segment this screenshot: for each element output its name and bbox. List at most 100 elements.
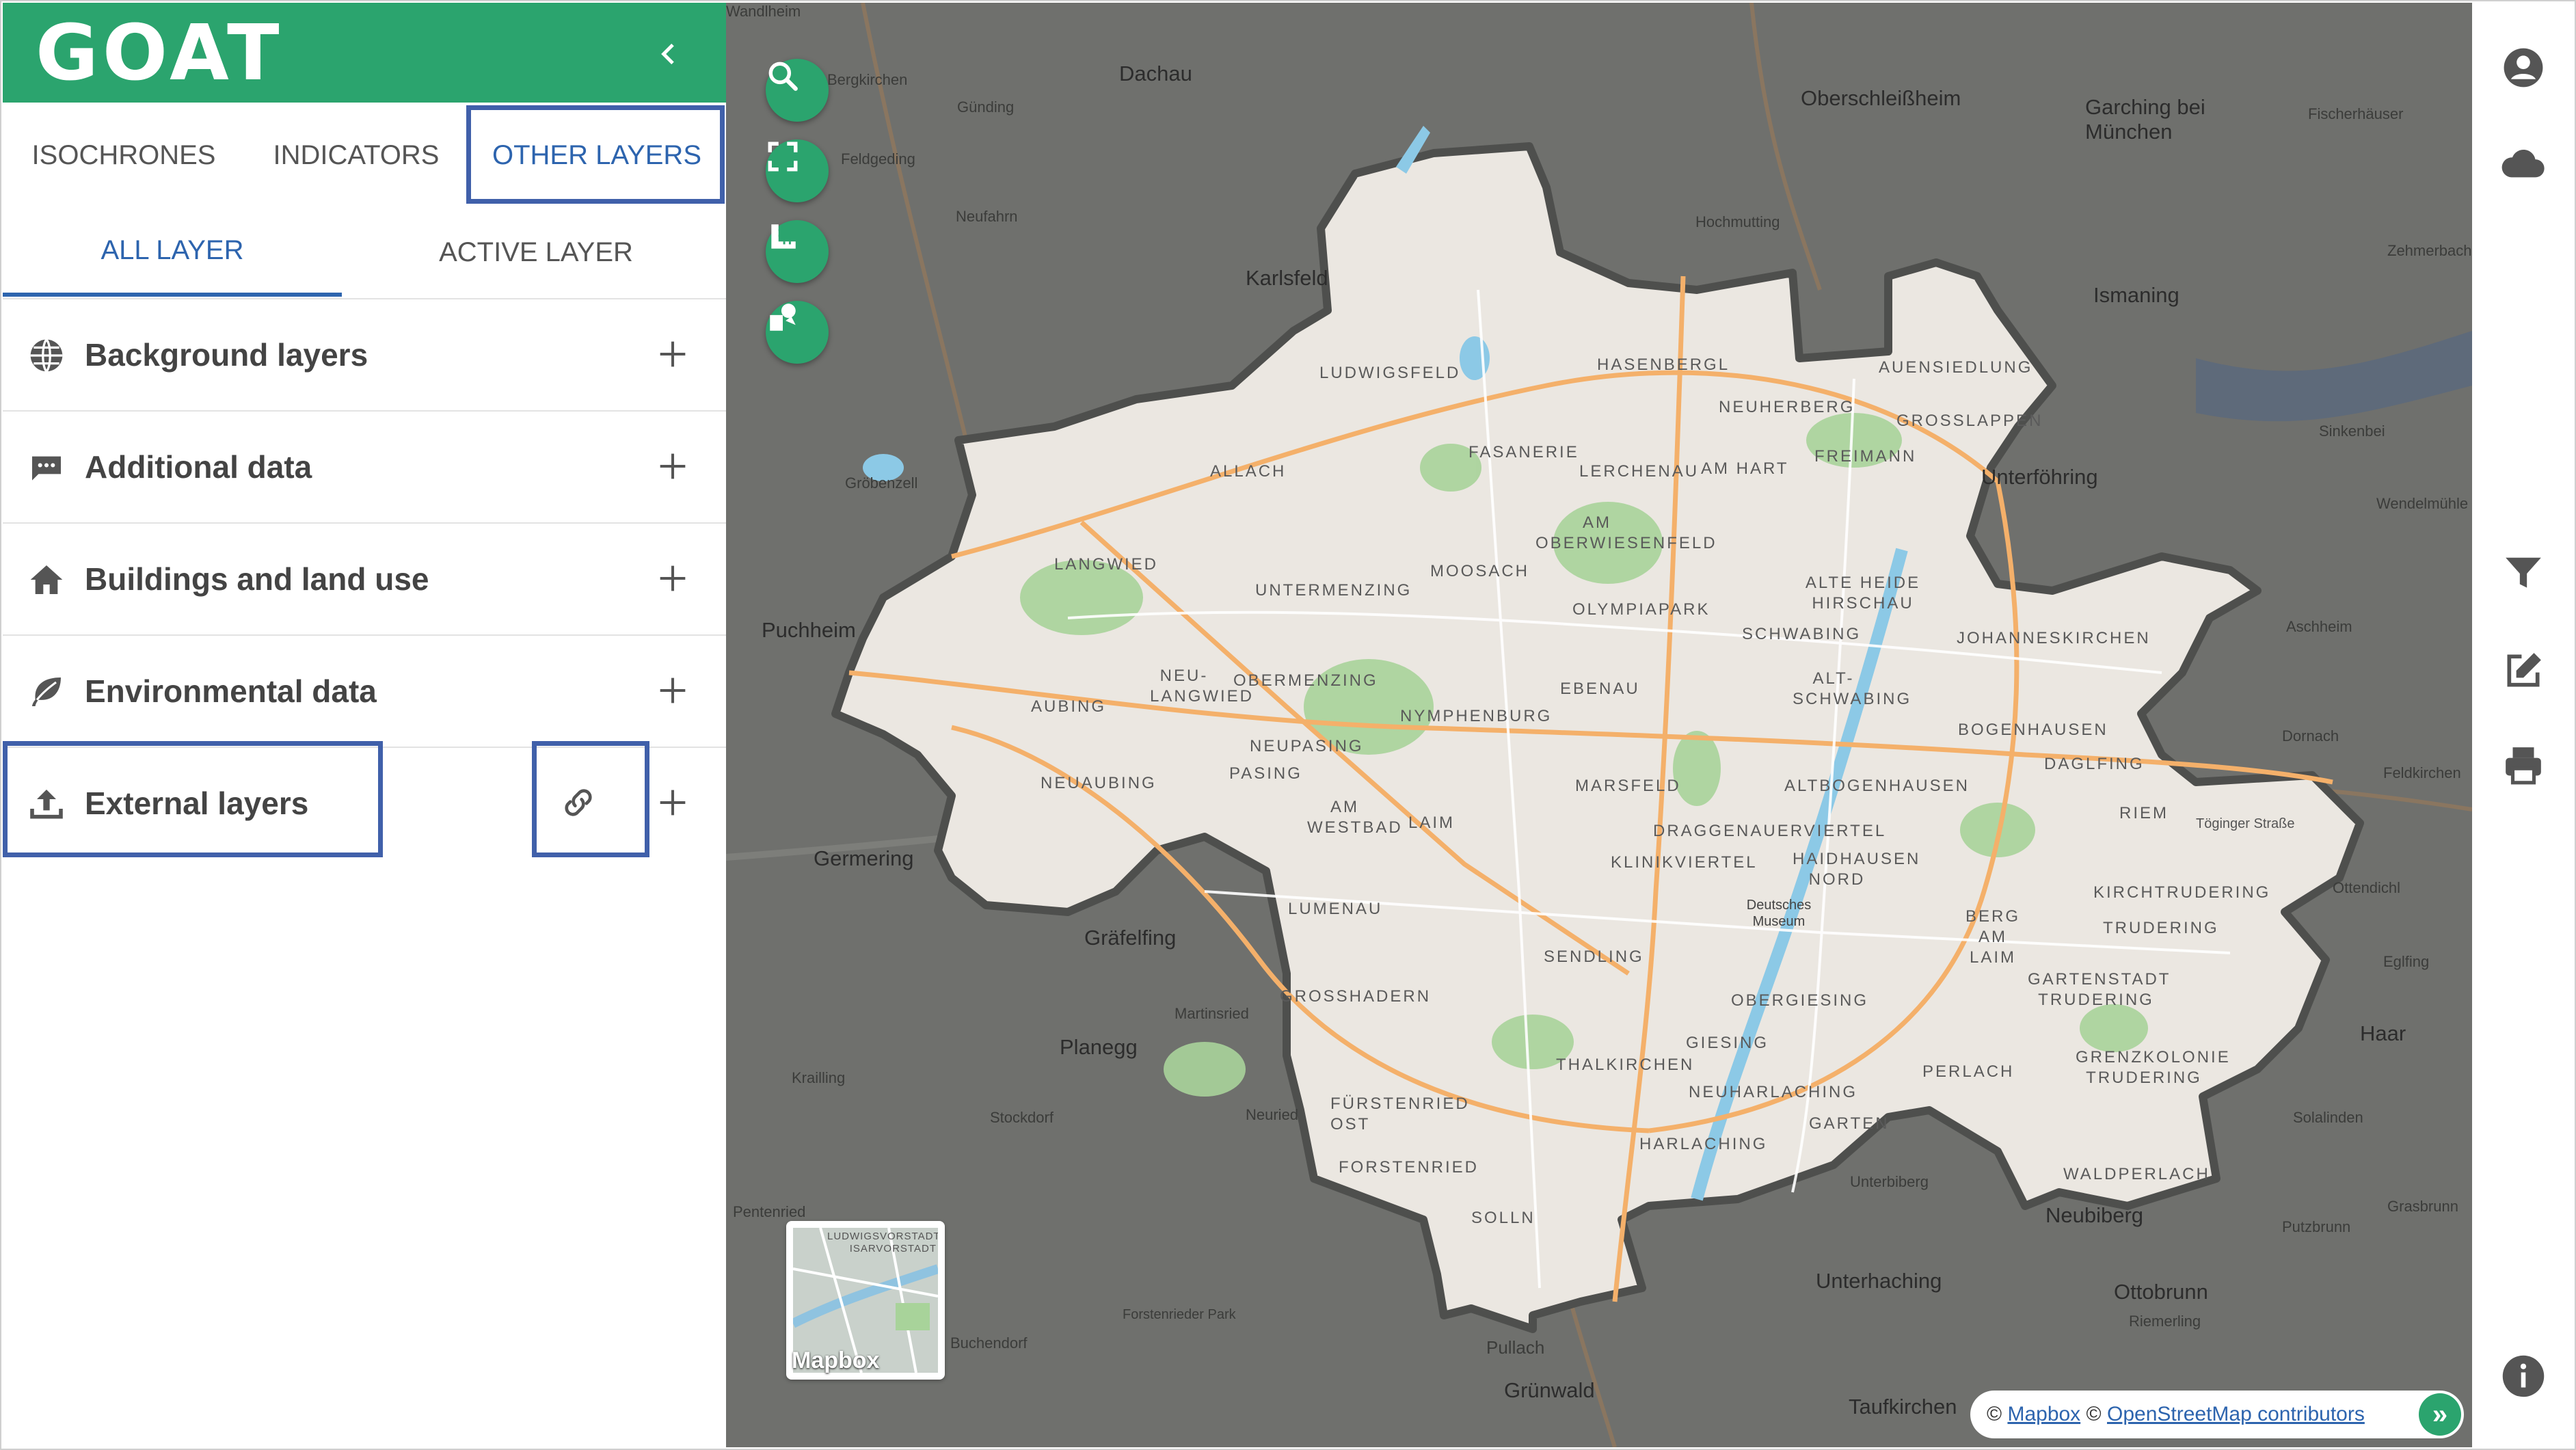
message-icon	[32, 456, 61, 481]
category-label: Environmental data	[85, 673, 377, 709]
map-district-label: ALTBOGENHAUSEN	[1784, 777, 1970, 795]
tab-all-layer[interactable]: ALL LAYER	[3, 208, 342, 297]
map-district-label: GROSSLAPPEN	[1896, 412, 2043, 430]
add-button[interactable]	[652, 446, 693, 487]
map-road-label: Töginger Straße	[2196, 816, 2295, 831]
category-label: Background layers	[85, 337, 368, 373]
map-district-label: MARSFELD	[1575, 777, 1681, 795]
user-button[interactable]	[2499, 44, 2547, 92]
map-place-label: Taufkirchen	[1849, 1395, 1957, 1419]
tab-isochrones[interactable]: ISOCHRONES	[3, 105, 245, 205]
map-place-label: Dachau	[1119, 62, 1192, 85]
home-icon	[30, 565, 63, 594]
map-district-label: ALLACH	[1210, 462, 1287, 481]
map-minor-label: Stockdorf	[990, 1109, 1054, 1126]
map-place-label: Ismaning	[2093, 283, 2179, 307]
category-buildings-land-use[interactable]: Buildings and land use	[3, 524, 726, 636]
plus-icon	[660, 565, 686, 591]
map-district-label: NYMPHENBURG	[1400, 707, 1553, 725]
map-district-label: GRENZKOLONIE TRUDERING	[2076, 1048, 2231, 1087]
layers-draw-button[interactable]	[766, 301, 829, 364]
map-district-label: OBERGIESING	[1731, 991, 1869, 1010]
map-place-label: Germering	[814, 846, 914, 870]
category-background-layers[interactable]: Background layers	[3, 299, 726, 412]
fullscreen-icon	[768, 142, 798, 172]
print-icon	[2506, 747, 2541, 785]
cloud-icon	[2501, 149, 2545, 178]
print-button[interactable]	[2499, 741, 2547, 789]
map-place-label: Unterföhring	[1981, 465, 2098, 489]
copyright-symbol: ©	[2086, 1403, 2102, 1425]
map-district-label: KIRCHTRUDERING	[2093, 883, 2271, 902]
add-button[interactable]	[652, 334, 693, 375]
category-additional-data[interactable]: Additional data	[3, 412, 726, 524]
tab-active-layer[interactable]: ACTIVE LAYER	[358, 208, 714, 297]
map-district-label: LUMENAU	[1288, 900, 1383, 918]
expand-attribution-button[interactable]: »	[2419, 1393, 2461, 1436]
user-icon	[2504, 48, 2543, 88]
map-district-label: JOHANNESKIRCHEN	[1957, 629, 2151, 647]
map-minor-label: Feldkirchen	[2383, 764, 2461, 781]
map-place-label: Ottobrunn	[2114, 1280, 2208, 1304]
map-district-label: AM HART	[1701, 459, 1789, 478]
map-district-label: LANGWIED	[1054, 555, 1159, 574]
map-district-label: DAGLFING	[2044, 755, 2145, 773]
map-minor-label: Forstenrieder Park	[1123, 1307, 1236, 1322]
map-view[interactable]: Oberschleißheim Dachau Garching bei Münc…	[726, 3, 2472, 1447]
mapbox-link[interactable]: Mapbox	[2007, 1403, 2080, 1426]
map-district-label: BERG AM LAIM	[1965, 907, 2020, 967]
info-button[interactable]	[2499, 1352, 2547, 1400]
info-icon	[2502, 1355, 2545, 1397]
map-place-label: Karlsfeld	[1246, 266, 1328, 290]
map-minor-label: Buchendorf	[950, 1334, 1028, 1352]
map-district-label: THALKIRCHEN	[1556, 1056, 1695, 1074]
map-district-label: PERLACH	[1922, 1062, 2015, 1081]
map-place-label: Oberschleißheim	[1801, 86, 1961, 110]
basemap-thumb-label: LUDWIGSVORSTADT ISARVORSTADT	[827, 1231, 938, 1254]
map-district-label: OBERMENZING	[1233, 671, 1378, 690]
edit-button[interactable]	[2499, 647, 2547, 695]
map-minor-label: Fischerhäuser	[2308, 105, 2404, 122]
plus-icon	[660, 453, 686, 479]
map-district-label: BOGENHAUSEN	[1958, 721, 2108, 739]
osm-link[interactable]: OpenStreetMap contributors	[2107, 1403, 2365, 1426]
map-minor-label: Bergkirchen	[827, 71, 908, 88]
tab-indicators[interactable]: INDICATORS	[245, 105, 468, 205]
map-place-label: Garching bei München	[2085, 95, 2205, 144]
map-district-label: DRAGGENAUERVIERTEL	[1653, 822, 1887, 840]
map-district-label: NEU-LANGWIED	[1150, 667, 1255, 706]
map-place-label: Neubiberg	[2045, 1203, 2144, 1227]
collapse-sidebar-button[interactable]	[645, 30, 693, 78]
map-minor-label: Aschheim	[2286, 618, 2352, 635]
app-logo: GOAT	[36, 9, 284, 98]
map-district-label: MOOSACH	[1430, 562, 1530, 580]
map-search-button[interactable]	[766, 59, 829, 122]
map-district-label: NEUHERBERG	[1719, 398, 1855, 416]
map-minor-label: Neuried	[1246, 1106, 1299, 1123]
map-district-label: WALDPERLACH	[2063, 1165, 2210, 1183]
category-environmental-data[interactable]: Environmental data	[3, 636, 726, 748]
map-minor-label: Pentenried	[733, 1203, 806, 1220]
filter-button[interactable]	[2499, 550, 2547, 598]
map-district-label: HAIDHAUSEN NORD	[1793, 850, 1921, 889]
map-place-label: Planegg	[1060, 1035, 1138, 1059]
basemap-switcher[interactable]: LUDWIGSVORSTADT ISARVORSTADT Mapbox	[786, 1221, 945, 1380]
add-button[interactable]	[652, 782, 693, 823]
map-minor-label: Eglfing	[2383, 953, 2430, 970]
add-button[interactable]	[652, 558, 693, 599]
map-district-label: GIESING	[1686, 1034, 1769, 1052]
map-attribution: © Mapbox © OpenStreetMap contributors »	[1970, 1391, 2464, 1438]
map-place-label: Grünwald	[1504, 1378, 1595, 1402]
map-district-label: AM WESTBAD	[1307, 798, 1403, 837]
map-district-label: ALT-SCHWABING	[1793, 669, 1912, 708]
map-district-label: FÜRSTENRIED OST	[1330, 1095, 1470, 1133]
app-header: GOAT	[3, 3, 726, 103]
map-district-label: SOLLN	[1471, 1209, 1535, 1227]
measure-button[interactable]	[766, 220, 829, 283]
cloud-button[interactable]	[2499, 139, 2547, 187]
category-label: Buildings and land use	[85, 561, 429, 597]
map-minor-label: Günding	[957, 98, 1015, 116]
add-button[interactable]	[652, 670, 693, 711]
fullscreen-button[interactable]	[766, 139, 829, 202]
map-minor-label: Unterbiberg	[1850, 1173, 1929, 1190]
